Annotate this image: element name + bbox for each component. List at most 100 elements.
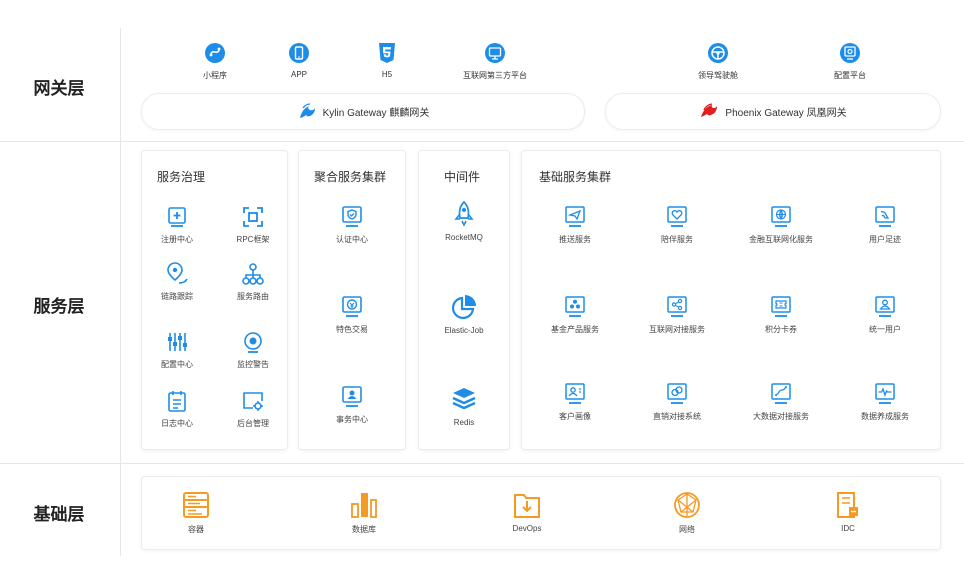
service-item-trade[interactable]: 特色交易 bbox=[307, 295, 397, 335]
pie-chart-icon bbox=[450, 293, 478, 321]
basic-item-direct-sale[interactable]: 直销对接系统 bbox=[632, 382, 722, 422]
gateway-client-h5[interactable]: H5 bbox=[337, 42, 437, 79]
basic-item-data-growth[interactable]: 数据养成服务 bbox=[840, 382, 930, 422]
service-item-admin[interactable]: 后台管理 bbox=[208, 389, 298, 429]
base-item-network[interactable]: 网络 bbox=[637, 490, 737, 535]
bigdata-icon bbox=[769, 382, 793, 406]
mini-program-icon bbox=[204, 42, 226, 64]
gateway-client-cockpit[interactable]: 领导驾驶舱 bbox=[668, 42, 768, 81]
basic-item-label: 直销对接系统 bbox=[653, 412, 701, 421]
steering-wheel-icon bbox=[707, 42, 729, 64]
service-item-label: 特色交易 bbox=[336, 325, 368, 334]
divider-service-base bbox=[0, 463, 964, 464]
basic-item-label: 互联网对接服务 bbox=[649, 325, 705, 334]
kylin-gateway[interactable]: Kylin Gateway 麒麟网关 bbox=[141, 93, 585, 130]
service-item-routing[interactable]: 服务路由 bbox=[208, 262, 298, 302]
html5-icon bbox=[376, 42, 398, 64]
layer-label-service: 服务层 bbox=[33, 297, 85, 316]
fund-icon bbox=[563, 295, 587, 319]
basic-item-internet-docking[interactable]: 互联网对接服务 bbox=[632, 295, 722, 335]
config-platform-icon bbox=[839, 42, 861, 64]
middleware-item-label: RocketMQ bbox=[445, 233, 483, 242]
basic-item-fund[interactable]: 基金产品服务 bbox=[530, 295, 620, 335]
service-item-label: 后台管理 bbox=[237, 419, 269, 428]
basic-item-companion[interactable]: 陪伴服务 bbox=[632, 205, 722, 245]
phoenix-gateway-label: Phoenix Gateway 凤凰网关 bbox=[725, 108, 847, 119]
panel-title-basic: 基础服务集群 bbox=[539, 170, 612, 184]
gateway-client-app[interactable]: APP bbox=[249, 42, 349, 79]
service-item-label: RPC框架 bbox=[236, 235, 270, 244]
idc-icon bbox=[833, 490, 863, 520]
basic-item-footprint[interactable]: 用户足迹 bbox=[840, 205, 930, 245]
service-item-rpc[interactable]: RPC框架 bbox=[208, 205, 298, 245]
base-item-container[interactable]: 容器 bbox=[146, 490, 246, 535]
trade-icon bbox=[340, 295, 364, 319]
panel-title-aggregate: 聚合服务集群 bbox=[314, 170, 387, 184]
gateway-client-label: APP bbox=[290, 70, 307, 79]
globe-icon bbox=[769, 205, 793, 229]
service-item-transaction-center[interactable]: 事务中心 bbox=[307, 385, 397, 425]
service-item-monitor[interactable]: 监控警告 bbox=[208, 330, 298, 370]
middleware-item-redis[interactable]: Redis bbox=[419, 385, 509, 427]
vertical-divider bbox=[120, 28, 121, 556]
basic-item-label: 金融互联网化服务 bbox=[749, 235, 813, 244]
gateway-client-label: 互联网第三方平台 bbox=[463, 71, 527, 80]
layer-label-gateway: 网关层 bbox=[33, 79, 85, 98]
base-item-label: 网络 bbox=[679, 525, 695, 534]
share-icon bbox=[665, 295, 689, 319]
service-item-label: 认证中心 bbox=[336, 235, 368, 244]
log-center-icon bbox=[165, 389, 189, 413]
panel-title-middleware: 中间件 bbox=[444, 170, 481, 184]
base-item-label: 数据库 bbox=[352, 525, 376, 534]
base-item-idc[interactable]: IDC bbox=[798, 490, 898, 533]
service-item-label: 服务路由 bbox=[237, 292, 269, 301]
basic-item-label: 客户画像 bbox=[559, 412, 591, 421]
companion-icon bbox=[665, 205, 689, 229]
network-icon bbox=[672, 490, 702, 520]
basic-item-unified-user[interactable]: 统一用户 bbox=[840, 295, 930, 335]
basic-item-push[interactable]: 推送服务 bbox=[530, 205, 620, 245]
base-item-database[interactable]: 数据库 bbox=[314, 490, 414, 535]
basic-item-label: 统一用户 bbox=[869, 325, 901, 334]
middleware-item-rocketmq[interactable]: RocketMQ bbox=[419, 200, 509, 242]
panel-title-governance: 服务治理 bbox=[157, 170, 206, 184]
middleware-item-elastic-job[interactable]: Elastic-Job bbox=[419, 293, 509, 335]
footprint-icon bbox=[873, 205, 897, 229]
phoenix-gateway[interactable]: Phoenix Gateway 凤凰网关 bbox=[605, 93, 941, 130]
phoenix-logo-icon bbox=[699, 102, 719, 122]
gateway-client-third-party[interactable]: 互联网第三方平台 bbox=[445, 42, 545, 81]
rpc-framework-icon bbox=[241, 205, 265, 229]
user-icon bbox=[873, 295, 897, 319]
rocket-icon bbox=[450, 200, 478, 228]
routing-icon bbox=[241, 262, 265, 286]
basic-item-bigdata[interactable]: 大数据对接服务 bbox=[736, 382, 826, 422]
trace-icon bbox=[165, 262, 189, 286]
data-growth-icon bbox=[873, 382, 897, 406]
monitor-icon bbox=[241, 330, 265, 354]
base-item-label: IDC bbox=[841, 524, 855, 533]
gateway-client-label: H5 bbox=[381, 70, 393, 79]
service-item-label: 监控警告 bbox=[237, 360, 269, 369]
basic-item-fin-internet[interactable]: 金融互联网化服务 bbox=[736, 205, 826, 245]
gateway-client-label: 领导驾驶舱 bbox=[698, 71, 738, 80]
basic-item-customer-profile[interactable]: 客户画像 bbox=[530, 382, 620, 422]
registry-icon bbox=[165, 205, 189, 229]
layer-label-base: 基础层 bbox=[33, 505, 85, 524]
basic-item-label: 推送服务 bbox=[559, 235, 591, 244]
middleware-item-label: Elastic-Job bbox=[444, 326, 484, 335]
base-item-label: 容器 bbox=[188, 525, 204, 534]
base-item-devops[interactable]: DevOps bbox=[477, 490, 577, 533]
basic-item-label: 用户足迹 bbox=[869, 235, 901, 244]
basic-item-coupon[interactable]: 积分卡券 bbox=[736, 295, 826, 335]
third-party-platform-icon bbox=[484, 42, 506, 64]
kylin-logo-icon bbox=[297, 102, 317, 122]
kylin-gateway-label: Kylin Gateway 麒麟网关 bbox=[322, 108, 430, 119]
service-item-label: 事务中心 bbox=[336, 415, 368, 424]
profile-icon bbox=[563, 382, 587, 406]
push-icon bbox=[563, 205, 587, 229]
basic-item-label: 数据养成服务 bbox=[861, 412, 909, 421]
gateway-client-config-platform[interactable]: 配置平台 bbox=[800, 42, 900, 81]
service-item-auth-center[interactable]: 认证中心 bbox=[307, 205, 397, 245]
basic-item-label: 陪伴服务 bbox=[661, 235, 693, 244]
database-icon bbox=[349, 490, 379, 520]
